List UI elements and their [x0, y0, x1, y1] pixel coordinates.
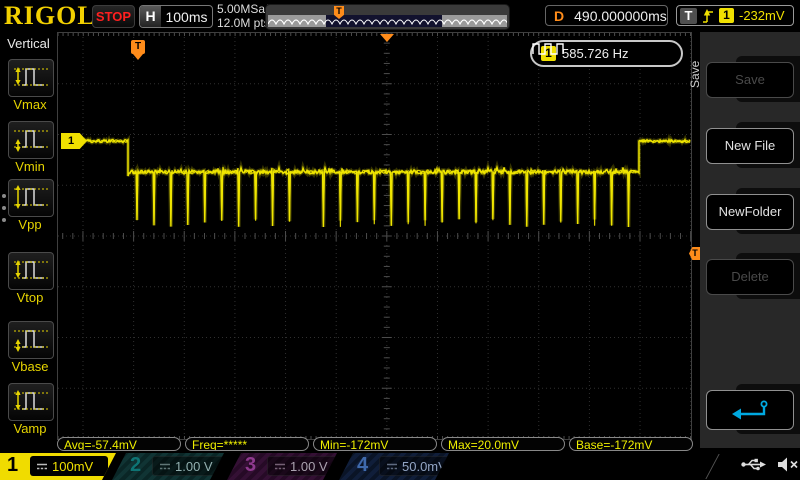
delete-button[interactable]: Delete [706, 259, 794, 295]
channel1-status[interactable]: 1 100mV [0, 453, 116, 480]
vmax-button[interactable] [8, 59, 54, 97]
vpp-icon [14, 185, 48, 209]
trigger-source-badge: 1 [719, 8, 734, 23]
usb-icon [741, 458, 766, 471]
vbase-button[interactable] [8, 321, 54, 359]
vtop-label: Vtop [16, 290, 44, 305]
vamp-button[interactable] [8, 383, 54, 421]
oscilloscope-screen: RIGOL STOP H 100ms 5.00MSa/s 12.0M pts T… [0, 0, 800, 480]
channel1-number: 1 [7, 454, 19, 476]
rigol-logo: RIGOL [4, 1, 96, 30]
dc-coupling-icon [159, 462, 171, 471]
timebase-value: 100ms [165, 8, 208, 25]
channel3-status[interactable]: 3 1.00 V [227, 453, 337, 480]
speaker-muted-icon [778, 457, 798, 472]
measurement-min: Min=-172mV [313, 437, 437, 451]
vbase-label: Vbase [11, 359, 49, 374]
top-status-bar: RIGOL STOP H 100ms 5.00MSa/s 12.0M pts T… [0, 0, 800, 32]
measurement-avg: Avg=-57.4mV [57, 437, 181, 451]
menu-page-dot [2, 194, 6, 198]
waveform-preview-bar[interactable]: T [265, 4, 510, 30]
return-button[interactable] [706, 390, 794, 430]
trigger-center-indicator [380, 34, 394, 42]
sidebar-title: Vertical [7, 36, 50, 51]
softkey-menu: Save New File NewFolder Delete [700, 32, 800, 448]
menu-page-dot [2, 218, 6, 222]
trigger-level-value: -232mV [739, 8, 785, 23]
channel4-status[interactable]: 4 50.0mV [339, 453, 449, 480]
frequency-counter: 1 585.726 Hz [530, 40, 683, 67]
channel1-waveform [82, 133, 691, 228]
preview-window[interactable] [326, 15, 442, 27]
trigger-position-flag[interactable]: T [131, 40, 145, 60]
channel4-number: 4 [357, 454, 369, 476]
vertical-measure-sidebar: Vertical Vmax Vmin Vpp Vtop Vbase Vamp [0, 32, 57, 452]
vmax-label: Vmax [13, 97, 47, 112]
channel2-number: 2 [130, 454, 142, 476]
channel2-status[interactable]: 2 1.00 V [112, 453, 224, 480]
new-file-button[interactable]: New File [706, 128, 794, 164]
status-icon-area [740, 456, 800, 473]
rising-edge-icon [703, 8, 713, 23]
dc-coupling-icon [386, 462, 398, 471]
channel3-scale: 1.00 V [290, 458, 328, 474]
channel1-scale: 100mV [52, 458, 94, 474]
trigger-label: T [680, 7, 697, 24]
frequency-value: 585.726 Hz [562, 46, 629, 61]
vpp-label: Vpp [18, 217, 42, 232]
dc-coupling-icon [274, 462, 286, 471]
vmax-icon [14, 67, 48, 86]
square-wave-icon [532, 43, 564, 55]
vmin-button[interactable] [8, 121, 54, 159]
dc-coupling-icon [37, 463, 47, 469]
vtop-button[interactable] [8, 252, 54, 290]
vbase-icon [14, 330, 48, 352]
trigger-status-box[interactable]: T 1 -232mV [676, 5, 794, 26]
status-divider [705, 454, 720, 479]
menu-page-dot [2, 206, 6, 210]
channel4-scale: 50.0mV [402, 458, 447, 474]
measurement-freq: Freq=***** [185, 437, 309, 451]
horizontal-label: H [140, 6, 161, 27]
vmin-icon [14, 130, 48, 152]
vtop-icon [14, 260, 48, 279]
vpp-button[interactable] [8, 179, 54, 217]
vamp-label: Vamp [13, 421, 47, 436]
horizontal-timebase-box[interactable]: H 100ms [139, 5, 213, 28]
channel3-number: 3 [245, 454, 257, 476]
channel2-scale: 1.00 V [175, 458, 213, 474]
vamp-icon [14, 390, 48, 410]
waveform-display: 1 T 1 585.726 Hz [57, 32, 692, 440]
save-button[interactable]: Save [706, 62, 794, 98]
vmin-label: Vmin [15, 159, 45, 174]
measurement-max: Max=20.0mV [441, 437, 565, 451]
new-folder-button[interactable]: NewFolder [706, 194, 794, 230]
measurement-base: Base=-172mV [569, 437, 693, 451]
run-state-indicator[interactable]: STOP [92, 5, 135, 28]
delay-value: 490.000000ms [574, 7, 667, 24]
return-arrow-icon [732, 400, 768, 420]
preview-band [268, 15, 507, 27]
delay-box[interactable]: D 490.000000ms [545, 5, 668, 26]
delay-label: D [554, 7, 565, 24]
